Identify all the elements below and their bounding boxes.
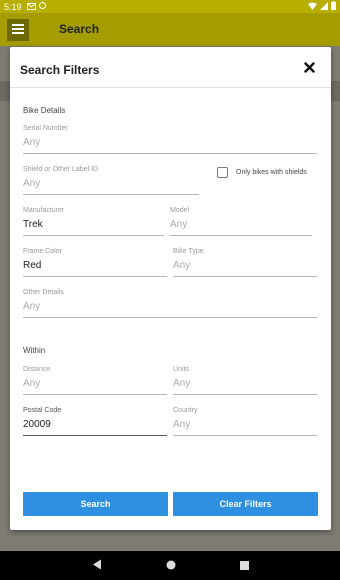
only-shields-checkbox[interactable] [217, 167, 228, 178]
close-button[interactable] [302, 62, 316, 76]
home-icon[interactable] [166, 557, 176, 575]
other-details-placeholder: Any [23, 301, 41, 312]
distance-label: Distance [23, 366, 51, 373]
units-field[interactable]: Units Any [173, 365, 317, 395]
model-field[interactable]: Model Any [170, 206, 312, 236]
distance-placeholder: Any [23, 378, 41, 389]
bike-type-label: Bike Type [173, 248, 204, 255]
recents-icon[interactable] [239, 557, 249, 575]
status-bar: 5:19 [0, 0, 340, 13]
units-placeholder: Any [173, 378, 191, 389]
frame-color-field[interactable]: Frame Color Red [23, 247, 167, 277]
wifi-icon [308, 2, 317, 12]
clear-filters-button[interactable]: Clear Filters [173, 492, 318, 516]
other-details-label: Other Details [23, 289, 64, 296]
app-bar: Search [0, 13, 340, 46]
shield-label-label: Shield or Other Label ID [23, 166, 99, 173]
status-time: 5:19 [4, 1, 22, 12]
sync-icon [38, 1, 46, 9]
manufacturer-label: Manufacturer [23, 207, 65, 214]
serial-number-field[interactable]: Serial Number Any [23, 124, 317, 154]
model-label: Model [170, 207, 190, 214]
mail-icon [26, 2, 36, 12]
frame-color-value: Red [23, 260, 42, 271]
manufacturer-value: Trek [23, 219, 43, 230]
back-icon[interactable] [92, 557, 102, 575]
frame-color-label: Frame Color [23, 248, 62, 255]
units-label: Units [173, 366, 189, 373]
country-placeholder: Any [173, 419, 191, 430]
distance-field[interactable]: Distance Any [23, 365, 167, 395]
shield-label-field[interactable]: Shield or Other Label ID Any [23, 165, 199, 195]
hamburger-menu-icon [12, 21, 24, 39]
search-filters-dialog: Search Filters Bike Details Serial Numbe… [10, 47, 331, 530]
battery-icon [331, 1, 336, 12]
serial-number-label: Serial Number [23, 125, 68, 132]
serial-number-placeholder: Any [23, 137, 41, 148]
dialog-title: Search Filters [20, 63, 100, 77]
bike-type-placeholder: Any [173, 260, 191, 271]
navigation-bar [0, 551, 340, 580]
country-field[interactable]: Country Any [173, 406, 317, 436]
manufacturer-field[interactable]: Manufacturer Trek [23, 206, 164, 236]
only-shields-option[interactable]: Only bikes with shields [217, 167, 307, 178]
shield-label-placeholder: Any [23, 178, 41, 189]
bike-details-heading: Bike Details [23, 106, 66, 115]
search-button[interactable]: Search [23, 492, 168, 516]
postal-code-field[interactable]: Postal Code 20009 [23, 406, 167, 436]
app-bar-title: Search [59, 22, 100, 36]
within-heading: Within [23, 346, 46, 355]
only-shields-label: Only bikes with shields [236, 169, 307, 176]
dialog-divider [10, 87, 331, 88]
menu-button[interactable] [7, 19, 29, 41]
signal-icon [320, 1, 328, 12]
postal-code-value: 20009 [23, 419, 51, 430]
country-label: Country [173, 407, 198, 414]
close-icon [303, 60, 315, 78]
other-details-field[interactable]: Other Details Any [23, 288, 317, 318]
postal-code-label: Postal Code [23, 407, 62, 414]
bike-type-field[interactable]: Bike Type Any [173, 247, 317, 277]
model-placeholder: Any [170, 219, 188, 230]
